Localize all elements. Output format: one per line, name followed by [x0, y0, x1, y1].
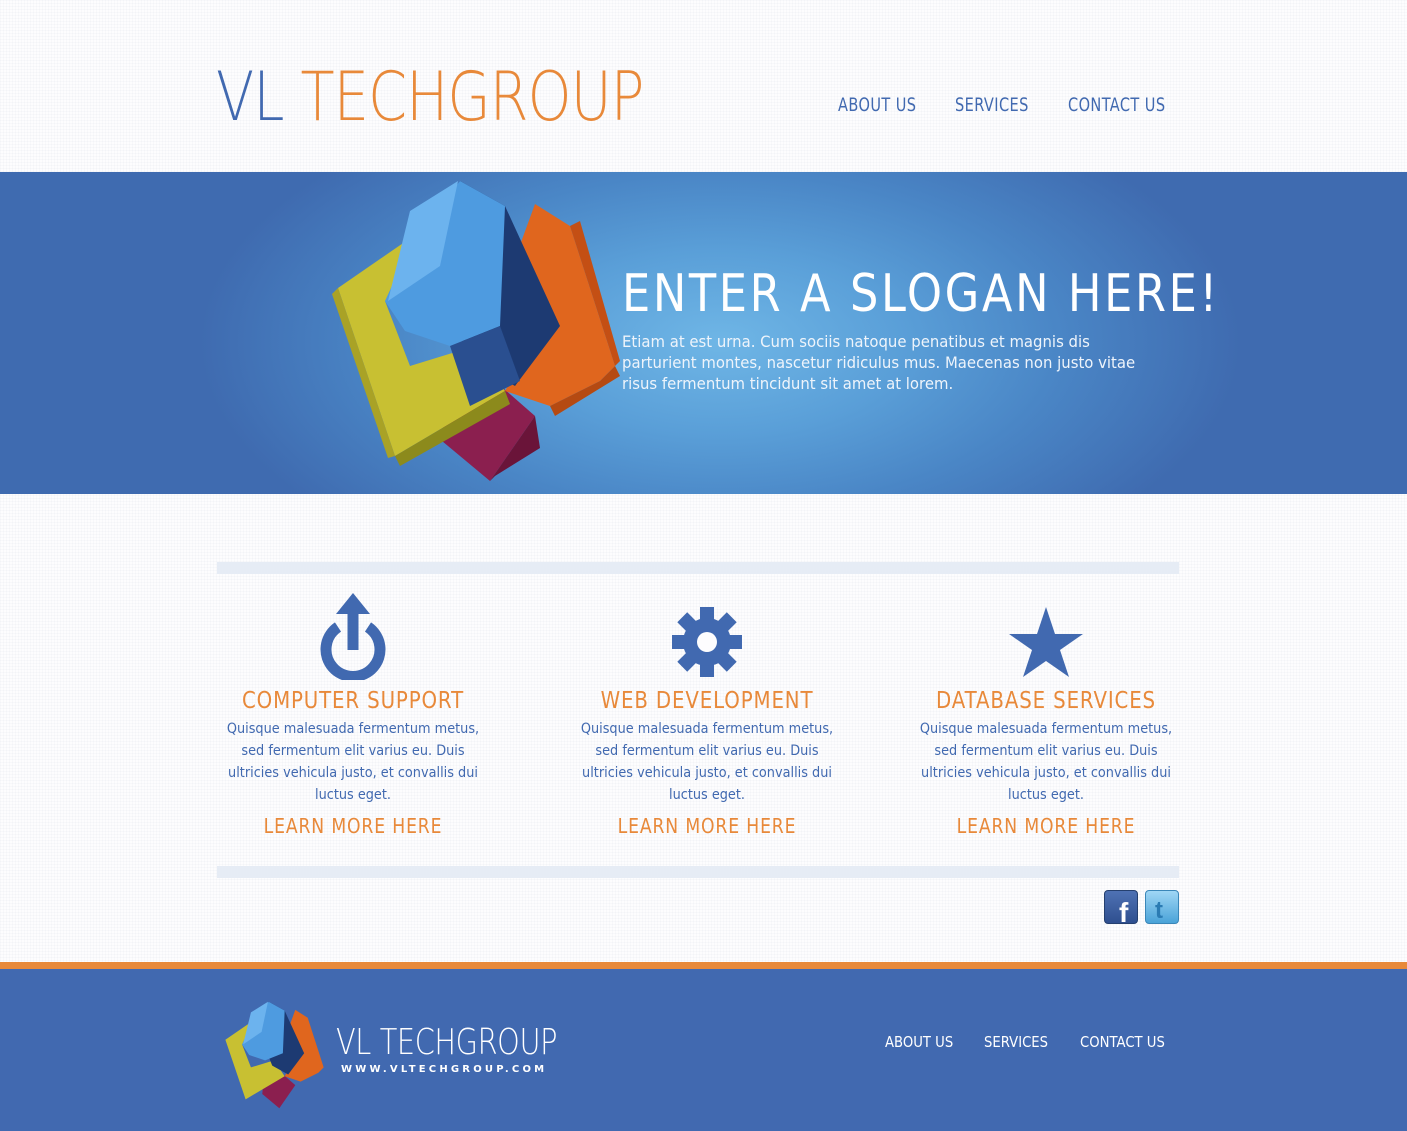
hero-slogan: ENTER A SLOGAN HERE! — [622, 264, 1220, 324]
learn-more-link[interactable]: LEARN MORE HERE — [228, 814, 477, 838]
nav-link-about-us[interactable]: ABOUT US — [838, 94, 916, 116]
svg-text:f: f — [1119, 897, 1129, 923]
service-description: Quisque malesuada fermentum metus, sed f… — [919, 721, 1173, 803]
gear-icon — [662, 590, 752, 680]
service-title: WEB DEVELOPMENT — [600, 688, 814, 714]
footer-logo-cube — [225, 1001, 324, 1109]
footer-url[interactable]: WWW.VLTECHGROUP.COM — [341, 1064, 547, 1075]
nav-link-contact-us[interactable]: CONTACT US — [1068, 94, 1165, 116]
nav-link-services[interactable]: SERVICES — [955, 94, 1029, 116]
footer-accent-bar — [0, 962, 1407, 969]
learn-more-link[interactable]: LEARN MORE HERE — [921, 814, 1170, 838]
star-icon — [1001, 590, 1091, 680]
footer-nav-link-services[interactable]: SERVICES — [984, 1033, 1048, 1051]
power-upload-icon — [308, 590, 398, 682]
footer-nav-link-contact-us[interactable]: CONTACT US — [1080, 1033, 1165, 1051]
twitter-link[interactable]: t — [1145, 890, 1179, 924]
main-nav: ABOUT US SERVICES CONTACT US — [0, 94, 1407, 120]
service-card-computer-support: COMPUTER SUPPORT Quisque malesuada ferme… — [208, 590, 498, 838]
facebook-icon: f — [1119, 897, 1129, 928]
facebook-link[interactable]: f — [1104, 890, 1138, 928]
service-description: Quisque malesuada fermentum metus, sed f… — [226, 721, 480, 803]
learn-more-link[interactable]: LEARN MORE HERE — [582, 814, 831, 838]
section-divider-top — [217, 562, 1179, 574]
section-divider-bottom — [217, 866, 1179, 878]
twitter-icon: t — [1155, 897, 1163, 924]
service-description: Quisque malesuada fermentum metus, sed f… — [580, 721, 834, 803]
service-card-database-services: DATABASE SERVICES Quisque malesuada ferm… — [901, 590, 1191, 838]
hero-cube-graphic — [332, 181, 620, 481]
hero-description: Etiam at est urna. Cum sociis natoque pe… — [622, 332, 1136, 393]
svg-text:t: t — [1155, 897, 1163, 923]
footer-nav: ABOUT US SERVICES CONTACT US — [0, 1033, 1407, 1055]
service-title: DATABASE SERVICES — [936, 688, 1156, 714]
service-title: COMPUTER SUPPORT — [241, 688, 465, 714]
footer-nav-link-about-us[interactable]: ABOUT US — [885, 1033, 953, 1051]
service-card-web-development: WEB DEVELOPMENT Quisque malesuada fermen… — [562, 590, 852, 838]
